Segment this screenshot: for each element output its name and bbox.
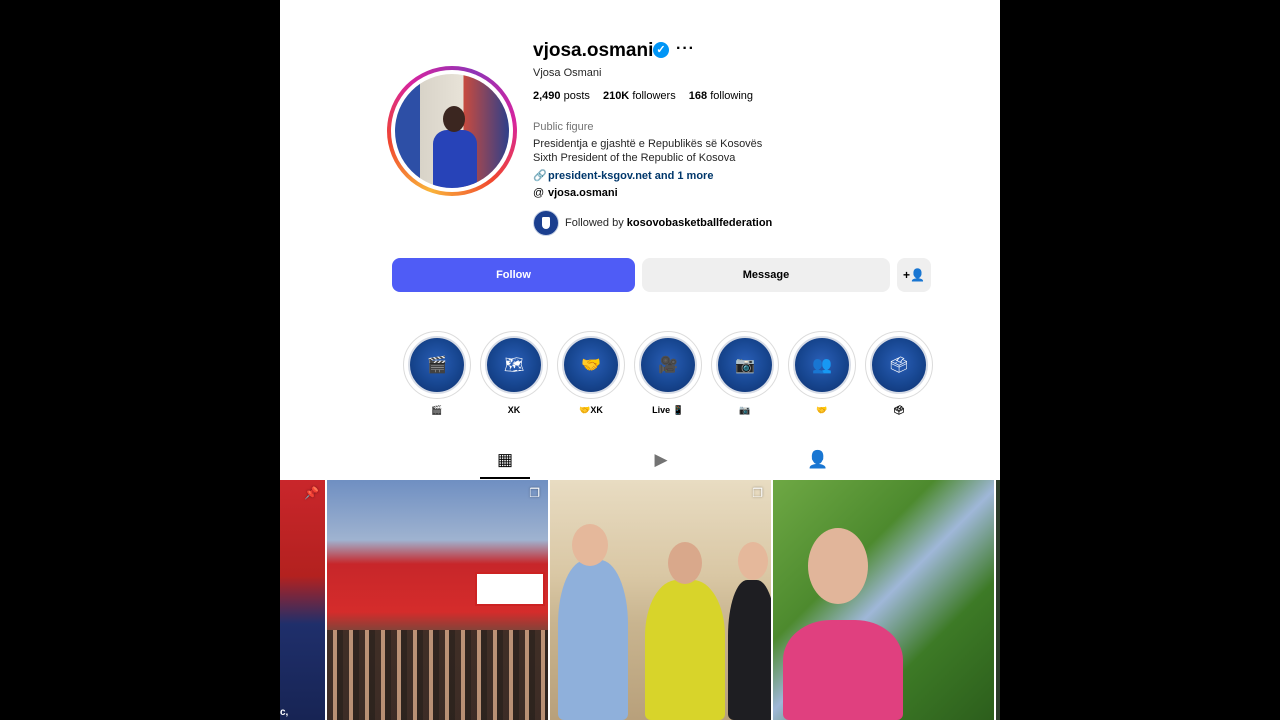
followers-stat[interactable]: 210K followers <box>603 90 676 102</box>
highlight-label: 🗳 <box>893 405 905 415</box>
highlight-live-video-icon: 🎥 <box>639 336 697 394</box>
profile-stats: 2,490 posts 210K followers 168 following <box>533 90 763 102</box>
highlight-item[interactable]: 🤝 🤝XK <box>557 331 625 415</box>
post-overlay-text: c, <box>280 707 289 718</box>
category-label: Public figure <box>533 121 594 133</box>
profile-page: vjosa.osmani ✓ ··· Vjosa Osmani 2,490 po… <box>280 0 1000 720</box>
bio-line-1: Presidentja e gjashtë e Republikës së Ko… <box>533 138 763 150</box>
highlight-label: 🤝XK <box>579 405 603 415</box>
bio-line-2: Sixth President of the Republic of Kosov… <box>533 152 736 164</box>
carousel-icon: ❐ <box>529 486 540 500</box>
link-icon: 🔗 <box>533 170 547 182</box>
verified-badge-icon: ✓ <box>653 42 669 58</box>
highlight-item[interactable]: 🎬 🎬 <box>403 331 471 415</box>
message-button[interactable]: Message <box>642 258 890 292</box>
carousel-icon: ❐ <box>752 486 763 500</box>
post-thumbnail[interactable]: 📌 c, <box>280 480 325 720</box>
highlight-label: 📷 <box>739 405 751 415</box>
highlight-label: 🎬 <box>431 405 443 415</box>
highlight-label: Live 📱 <box>652 405 684 415</box>
follow-button[interactable]: Follow <box>392 258 635 292</box>
pin-icon: 📌 <box>304 486 319 500</box>
tab-posts-grid-icon[interactable]: ▦ <box>480 450 530 479</box>
post-thumbnail[interactable]: ❐ <box>550 480 771 720</box>
threads-link[interactable]: @ vjosa.osmani <box>533 187 618 199</box>
highlight-item[interactable]: 🎥 Live 📱 <box>634 331 702 415</box>
profile-avatar[interactable] <box>387 66 517 196</box>
highlight-map-icon: 🗺 <box>485 336 543 394</box>
highlight-label: 🤝 <box>816 405 828 415</box>
highlight-ballot-icon: 🗳 <box>870 336 928 394</box>
highlight-camera-icon: 📷 <box>716 336 774 394</box>
highlight-meeting-icon: 👥 <box>793 336 851 394</box>
tab-reels-icon[interactable]: ▶ <box>636 450 686 478</box>
highlight-item[interactable]: 🗺 XK <box>480 331 548 415</box>
post-thumbnail[interactable]: ❐ <box>327 480 548 720</box>
highlight-item[interactable]: 🗳 🗳 <box>865 331 933 415</box>
username: vjosa.osmani <box>533 40 654 61</box>
profile-link[interactable]: 🔗president-ksgov.net and 1 more <box>533 169 713 182</box>
following-stat[interactable]: 168 following <box>689 90 753 102</box>
more-options-icon[interactable]: ··· <box>676 40 695 58</box>
highlight-handshake-icon: 🤝 <box>562 336 620 394</box>
post-thumbnail[interactable] <box>773 480 994 720</box>
follower-avatar <box>533 210 559 236</box>
highlight-item[interactable]: 📷 📷 <box>711 331 779 415</box>
add-user-icon[interactable]: +👤 <box>897 258 931 292</box>
highlight-clapperboard-icon: 🎬 <box>408 336 466 394</box>
threads-icon: @ <box>533 187 545 199</box>
avatar-photo <box>395 74 509 188</box>
protest-sign <box>475 572 545 606</box>
highlight-item[interactable]: 👥 🤝 <box>788 331 856 415</box>
tab-tagged-icon[interactable]: 👤 <box>793 450 843 478</box>
highlight-label: XK <box>507 405 521 415</box>
posts-stat: 2,490 posts <box>533 90 590 102</box>
full-name: Vjosa Osmani <box>533 67 602 79</box>
